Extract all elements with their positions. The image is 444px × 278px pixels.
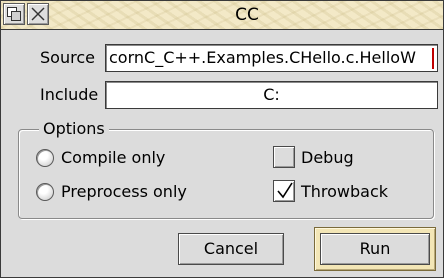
window-close-icon[interactable]	[27, 3, 49, 25]
options-group-title: Options	[39, 119, 109, 139]
options-group	[18, 129, 434, 219]
compile-only-label[interactable]: Compile only	[61, 148, 165, 168]
source-value: cornC_C++.Examples.CHello.c.HelloW	[109, 48, 416, 67]
source-label: Source	[40, 48, 95, 67]
cancel-button[interactable]: Cancel	[178, 233, 284, 265]
debug-label[interactable]: Debug	[301, 148, 354, 168]
cc-dialog-window: CC Source cornC_C++.Examples.CHello.c.He…	[0, 0, 444, 278]
checkmark-icon	[277, 182, 293, 199]
include-value: C:	[263, 85, 280, 104]
title-bar[interactable]: CC	[1, 1, 443, 30]
compile-only-radio[interactable]	[36, 149, 54, 167]
preprocess-only-radio[interactable]	[36, 183, 54, 201]
window-back-icon[interactable]	[3, 3, 25, 25]
include-field[interactable]: C:	[105, 81, 438, 109]
window-title: CC	[235, 5, 259, 25]
text-caret	[432, 48, 434, 69]
debug-checkbox[interactable]	[273, 146, 295, 168]
include-label: Include	[40, 85, 99, 104]
run-button[interactable]: Run	[320, 233, 430, 265]
preprocess-only-label[interactable]: Preprocess only	[61, 182, 187, 202]
throwback-checkbox[interactable]	[273, 180, 295, 202]
throwback-label[interactable]: Throwback	[301, 182, 388, 202]
source-field[interactable]: cornC_C++.Examples.CHello.c.HelloW	[105, 44, 438, 72]
